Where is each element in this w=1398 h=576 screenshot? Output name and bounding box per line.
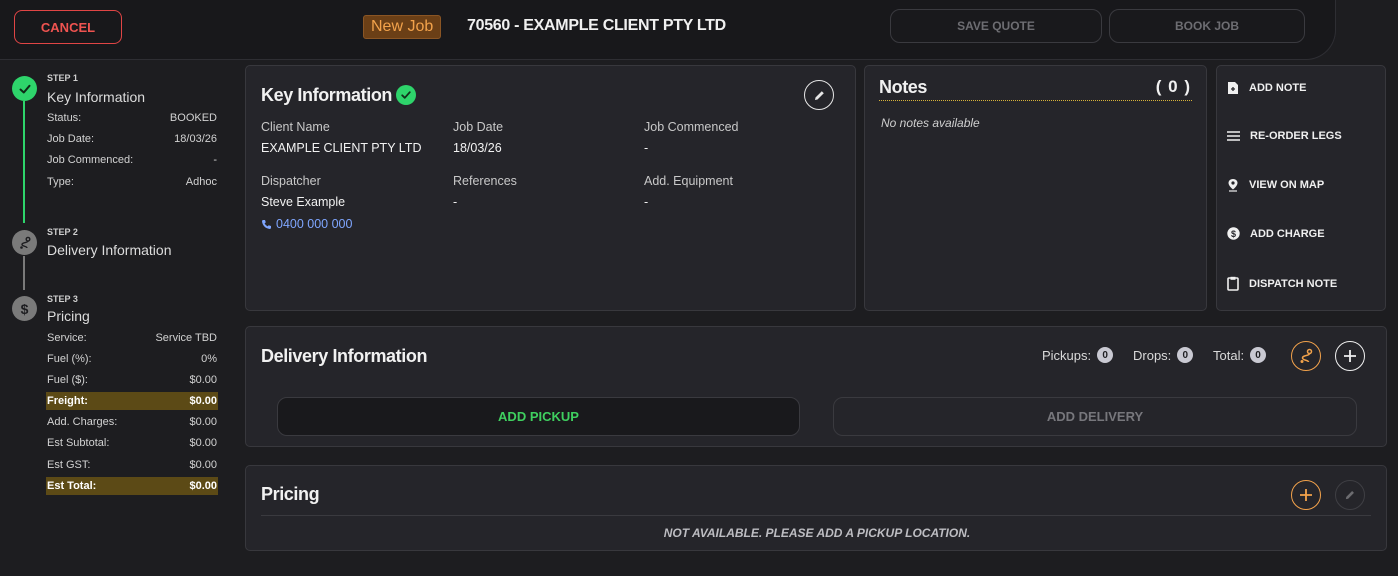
pickups-count: 0 (1097, 347, 1114, 363)
drops-count: 0 (1177, 347, 1194, 363)
edit-icon[interactable] (804, 80, 834, 110)
pickups-stat: Pickups: 0 (1042, 347, 1114, 363)
key-info-title: Key Information (261, 85, 393, 105)
pricing-empty-text: NOT AVAILABLE. PLEASE ADD A PICKUP LOCAT… (663, 526, 971, 540)
step1-row-job-commenced: Job Commenced: - (47, 154, 217, 166)
client-name-label: Client Name (261, 120, 330, 134)
add-charge-action[interactable]: $ ADD CHARGE (1227, 227, 1325, 240)
notes-empty-text: No notes available (881, 116, 980, 130)
check-icon (396, 85, 416, 105)
step3-row-total: Est Total: $0.00 (46, 477, 218, 495)
total-stat: Total: 0 (1213, 347, 1267, 363)
dispatcher-phone-link[interactable]: 0400 000 000 (261, 217, 352, 231)
add-equipment-label: Add. Equipment (644, 174, 733, 188)
notes-card: Notes ( 0 ) No notes available (864, 65, 1207, 311)
svg-text:$: $ (1231, 229, 1236, 239)
phone-icon (261, 219, 272, 230)
step3-row-fuel-pct: Fuel (%): 0% (47, 353, 217, 365)
dispatcher-value: Steve Example (261, 195, 346, 209)
step1-row-status: Status: BOOKED (47, 112, 217, 124)
notes-title: Notes (879, 77, 928, 97)
step1-check-icon (12, 76, 37, 101)
notes-divider (879, 100, 1192, 101)
client-name-value: EXAMPLE CLIENT PTY LTD (261, 141, 422, 155)
job-status-badge: New Job (363, 15, 442, 39)
pricing-title: Pricing (261, 484, 320, 504)
job-title: 70560 - EXAMPLE CLIENT PTY LTD (467, 17, 726, 34)
drops-stat: Drops: 0 (1133, 347, 1194, 363)
delivery-title: Delivery Information (261, 346, 428, 366)
save-quote-button[interactable]: SAVE QUOTE (890, 9, 1102, 43)
step1-row-job-date: Job Date: 18/03/26 (47, 133, 217, 145)
edit-price-icon[interactable] (1335, 480, 1365, 510)
pricing-card: Pricing NOT AVAILABLE. PLEASE ADD A PICK… (245, 465, 1387, 551)
reorder-icon (1227, 131, 1240, 141)
step3-row-subtotal: Est Subtotal: $0.00 (47, 437, 217, 449)
step3-tag: STEP 3 (47, 294, 78, 304)
step3-row-freight: Freight: $0.00 (46, 392, 218, 410)
step3-row-add-charges: Add. Charges: $0.00 (47, 416, 217, 428)
view-on-map-action[interactable]: VIEW ON MAP (1227, 178, 1324, 192)
job-commenced-label: Job Commenced (644, 120, 739, 134)
step3-row-service: Service: Service TBD (47, 332, 217, 344)
job-date-value: 18/03/26 (453, 141, 502, 155)
job-commenced-value: - (644, 141, 649, 155)
total-count: 0 (1250, 347, 1267, 363)
references-value: - (453, 195, 458, 209)
job-date-label: Job Date (453, 120, 504, 134)
step1-row-type: Type: Adhoc (47, 176, 217, 188)
notes-count: ( 0 ) (1155, 77, 1191, 96)
step1-connector (23, 101, 25, 223)
dispatch-note-action[interactable]: DISPATCH NOTE (1227, 276, 1337, 291)
route-optimise-icon[interactable] (1291, 341, 1321, 371)
step3-row-gst: Est GST: $0.00 (47, 459, 217, 471)
dollar-step-icon: $ (12, 296, 37, 321)
add-pickup-button[interactable]: ADD PICKUP (277, 397, 800, 436)
add-price-icon[interactable] (1291, 480, 1321, 510)
action-panel: ADD NOTE RE-ORDER LEGS VIEW ON MAP $ ADD… (1216, 65, 1386, 311)
add-equipment-value: - (644, 195, 649, 209)
step-sidebar: STEP 1 Key Information Status: BOOKED Job… (0, 60, 230, 576)
step2-tag: STEP 2 (47, 227, 78, 237)
dollar-icon: $ (1227, 227, 1240, 240)
route-icon (12, 230, 37, 255)
add-leg-icon[interactable] (1335, 341, 1365, 371)
clipboard-icon (1227, 276, 1239, 291)
key-info-card: Key Information Client Name EXAMPLE CLIE… (245, 65, 856, 311)
add-delivery-button[interactable]: ADD DELIVERY (833, 397, 1357, 436)
dispatcher-label: Dispatcher (261, 174, 321, 188)
step2-connector (23, 256, 25, 290)
references-label: References (453, 174, 517, 188)
step3-title[interactable]: Pricing (47, 308, 90, 324)
top-header: CANCEL New Job 70560 - EXAMPLE CLIENT PT… (0, 0, 1336, 60)
add-note-action[interactable]: ADD NOTE (1227, 81, 1306, 95)
reorder-legs-action[interactable]: RE-ORDER LEGS (1227, 130, 1342, 142)
step1-title[interactable]: Key Information (47, 89, 145, 105)
map-pin-icon (1228, 179, 1238, 192)
book-job-button[interactable]: BOOK JOB (1109, 9, 1305, 43)
step3-row-fuel-amt: Fuel ($): $0.00 (47, 374, 217, 386)
pricing-divider (261, 515, 1371, 516)
step2-title[interactable]: Delivery Information (47, 242, 172, 258)
step1-tag: STEP 1 (47, 73, 78, 83)
cancel-button[interactable]: CANCEL (14, 10, 122, 44)
add-note-icon (1228, 82, 1238, 94)
